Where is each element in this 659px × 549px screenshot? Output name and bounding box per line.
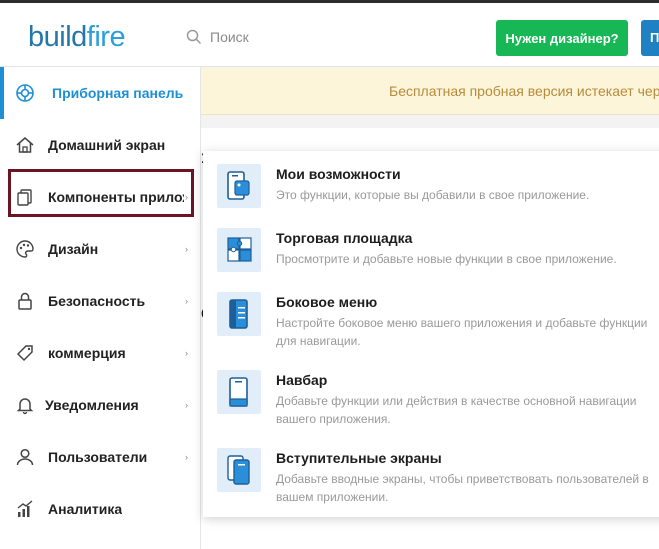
search-input[interactable]: [210, 25, 450, 49]
sidebar-item-security[interactable]: Безопасность ›: [0, 275, 201, 327]
sidebar-item-label: коммерция: [48, 345, 126, 361]
chevron-right-icon: ›: [185, 192, 188, 202]
submenu-item-side-menu[interactable]: Боковое меню Настройте боковое меню ваше…: [203, 292, 659, 362]
chevron-right-icon: ›: [185, 348, 188, 358]
my-features-icon: [217, 164, 261, 208]
need-designer-button[interactable]: Нужен дизайнер?: [496, 20, 628, 56]
sidebar-item-app-components[interactable]: Компоненты приложения ›: [0, 171, 201, 223]
submenu-item-title: Торговая площадка: [276, 230, 413, 246]
intro-screens-icon: [217, 448, 261, 492]
header-action-button[interactable]: П: [641, 20, 659, 56]
logo-part-build: build: [28, 21, 87, 53]
chevron-right-icon: ›: [185, 244, 188, 254]
components-icon: [17, 189, 32, 206]
trial-banner-text: Бесплатная пробная версия истекает через: [389, 83, 659, 99]
sidebar-item-label: Пользователи: [48, 449, 148, 465]
submenu-item-title: Боковое меню: [276, 294, 378, 310]
sidebar-item-home-screen[interactable]: Домашний экран: [0, 119, 201, 171]
lock-icon: [18, 292, 32, 310]
submenu-item-title: Вступительные экраны: [276, 450, 442, 466]
chevron-right-icon: ›: [185, 400, 188, 410]
search-icon: [186, 29, 202, 45]
sidebar-item-label: Дизайн: [48, 241, 99, 257]
submenu-item-intro-screens[interactable]: Вступительные экраны Добавьте вводные эк…: [203, 448, 659, 518]
tag-icon: [16, 345, 33, 362]
sidebar-item-label: Аналитика: [48, 501, 123, 517]
chevron-right-icon: ›: [185, 296, 188, 306]
submenu-item-description: Добавьте вводные экраны, чтобы приветств…: [276, 472, 649, 504]
trial-banner: Бесплатная пробная версия истекает через: [201, 68, 659, 115]
submenu-item-my-features[interactable]: Мои возможности Это функции, которые вы …: [203, 164, 659, 234]
home-icon: [16, 137, 34, 153]
submenu-item-description: Настройте боковое меню вашего приложения…: [276, 316, 648, 348]
side-menu-icon: [217, 292, 261, 336]
sidebar-item-users[interactable]: Пользователи ›: [0, 431, 201, 483]
app-components-submenu: Мои возможности Это функции, которые вы …: [203, 151, 659, 517]
puzzle-icon: [217, 228, 261, 272]
submenu-item-description: Просмотрите и добавьте новые функции в с…: [276, 252, 617, 266]
sidebar-item-analytics[interactable]: Аналитика: [0, 483, 201, 535]
top-bar: buildfire Нужен дизайнер? П: [0, 0, 659, 67]
submenu-item-navbar[interactable]: Навбар Добавьте функции или действия в к…: [203, 370, 659, 440]
submenu-item-title: Мои возможности: [276, 166, 401, 182]
logo-part-fire: fire: [86, 21, 126, 53]
analytics-icon: [17, 500, 33, 517]
sidebar-item-label: Уведомления: [45, 397, 139, 413]
submenu-item-marketplace[interactable]: Торговая площадка Просмотрите и добавьте…: [203, 228, 659, 298]
sidebar-item-commerce[interactable]: коммерция ›: [0, 327, 201, 379]
navbar-icon: [217, 370, 261, 414]
buildfire-logo[interactable]: buildfire: [28, 20, 126, 54]
dashboard-icon: [16, 84, 34, 102]
sidebar-item-label: Домашний экран: [48, 137, 166, 153]
sidebar-item-notifications[interactable]: Уведомления ›: [0, 379, 201, 431]
sidebar-item-label: Компоненты приложения: [48, 189, 184, 205]
sidebar-item-dashboard[interactable]: Приборная панель: [0, 67, 201, 119]
sidebar: Приборная панель Домашний экран Компонен…: [0, 67, 201, 549]
bell-icon: [16, 398, 34, 415]
submenu-item-description: Это функции, которые вы добавили в свое …: [276, 188, 590, 202]
user-icon: [16, 448, 34, 466]
sidebar-item-design[interactable]: Дизайн ›: [0, 223, 201, 275]
submenu-item-title: Навбар: [276, 372, 328, 388]
sidebar-item-label: Безопасность: [48, 293, 146, 309]
submenu-item-description: Добавьте функции или действия в качестве…: [276, 394, 637, 426]
sidebar-item-label: Приборная панель: [52, 85, 184, 101]
palette-icon: [16, 240, 34, 258]
chevron-right-icon: ›: [185, 452, 188, 462]
